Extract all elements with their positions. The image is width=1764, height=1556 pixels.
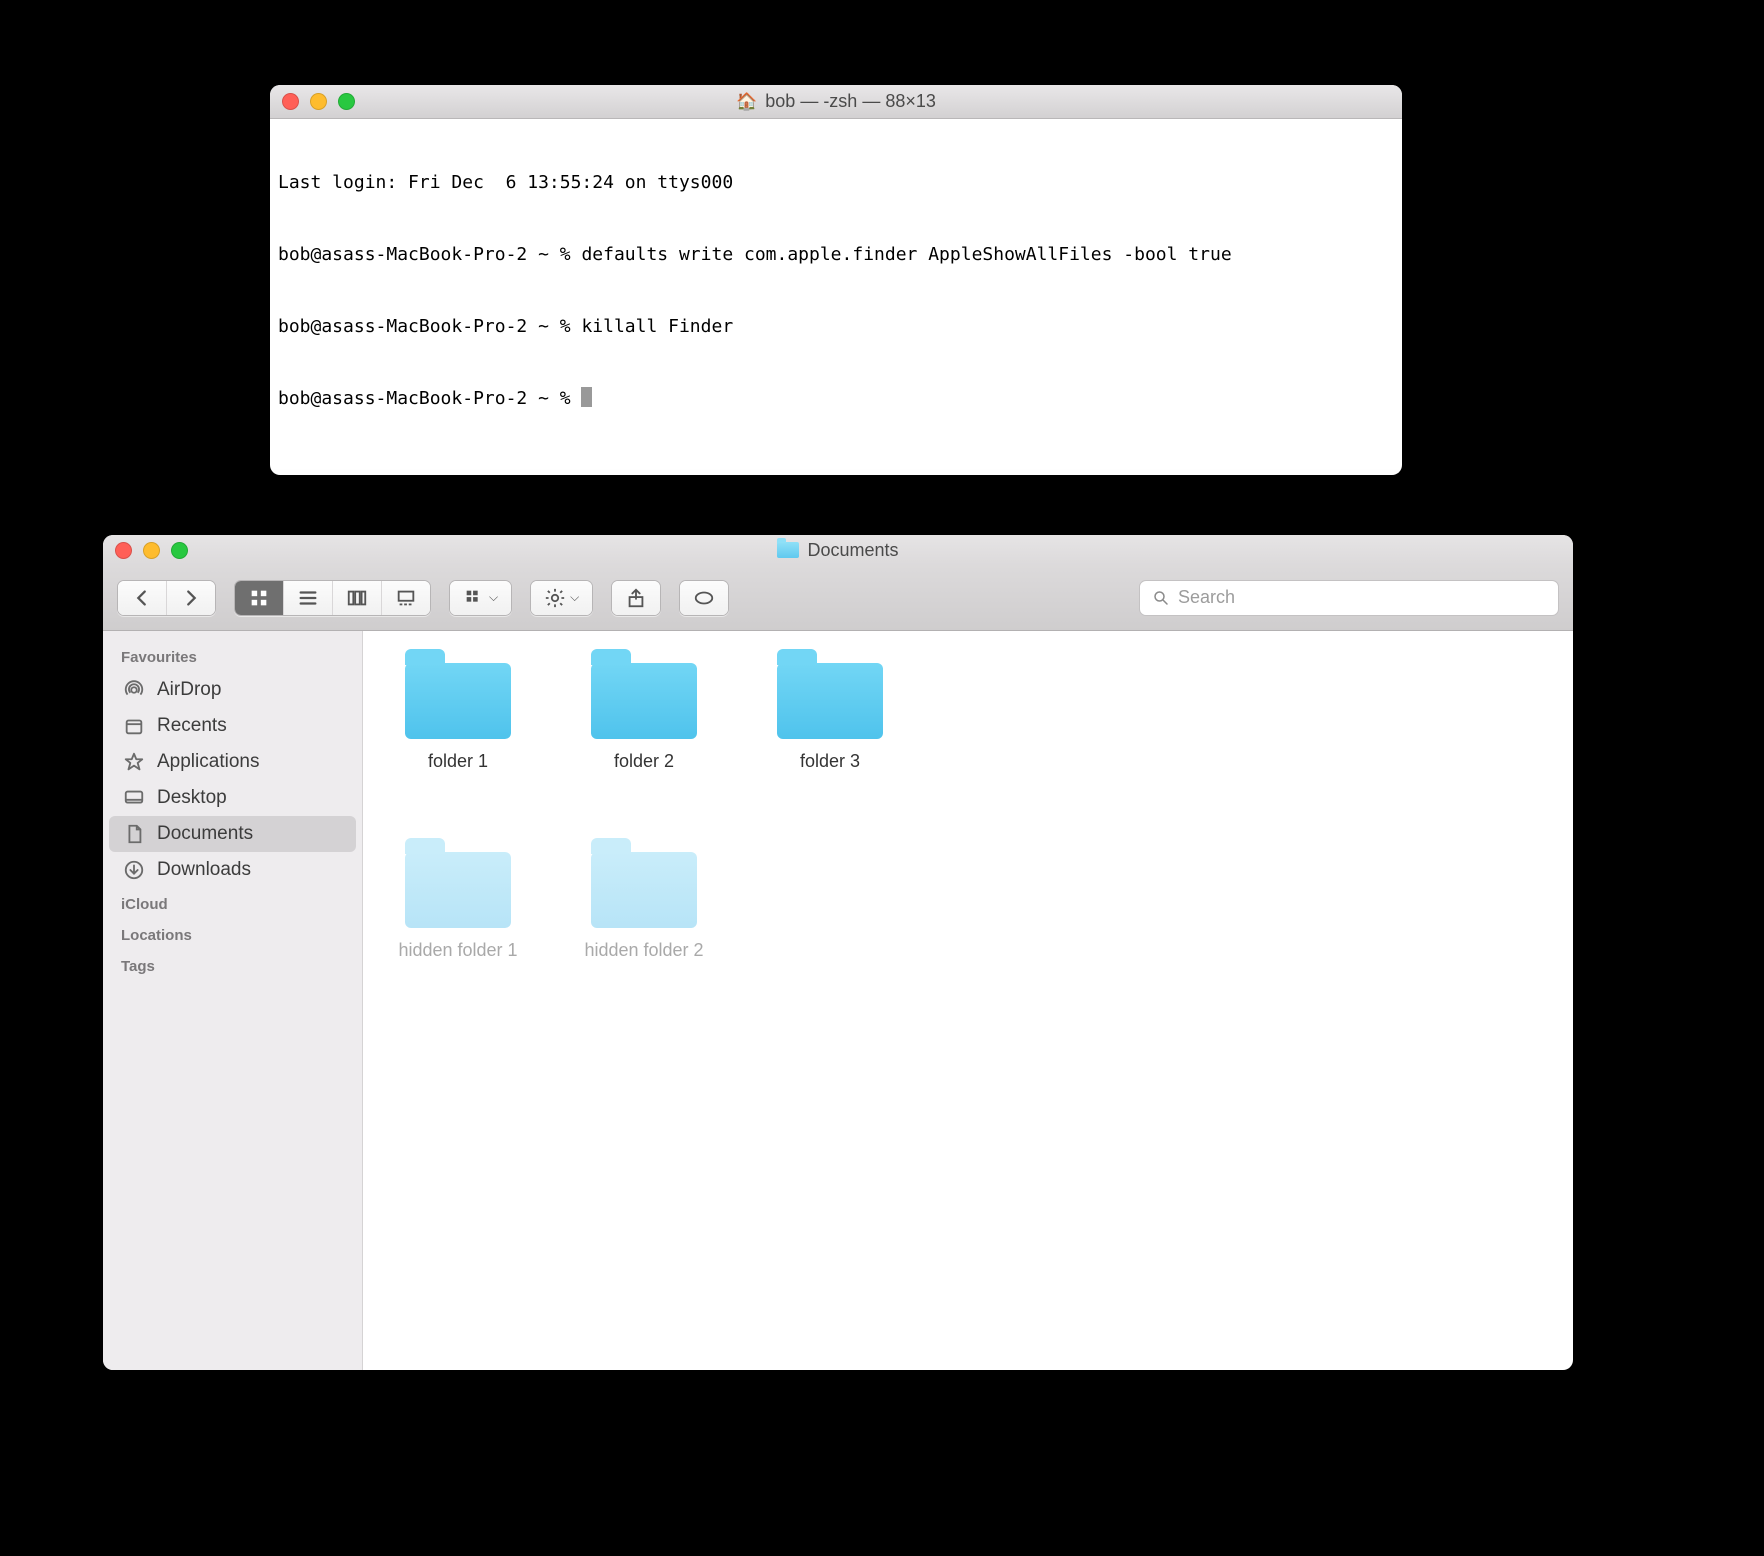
columns-icon: [346, 587, 368, 609]
sidebar-item-label: Applications: [157, 751, 259, 773]
folder-icon: [777, 542, 799, 558]
folder-label: folder 1: [428, 751, 488, 772]
documents-icon: [121, 823, 147, 845]
terminal-line: bob@asass-MacBook-Pro-2 ~ %: [278, 387, 1394, 411]
terminal-title: bob — -zsh — 88×13: [765, 91, 936, 112]
grid-icon: [248, 587, 270, 609]
home-icon: 🏠: [736, 92, 757, 112]
zoom-button[interactable]: [338, 93, 355, 110]
folder-icon: [405, 663, 511, 739]
airdrop-icon: [121, 679, 147, 701]
gallery-icon: [395, 587, 417, 609]
sidebar-header-icloud[interactable]: iCloud: [103, 888, 362, 919]
search-icon: [1152, 589, 1170, 607]
search-field[interactable]: [1139, 580, 1559, 616]
chevron-left-icon: [131, 587, 153, 609]
sidebar-item-desktop[interactable]: Desktop: [103, 780, 362, 816]
tag-icon: [693, 587, 715, 609]
sidebar-item-label: AirDrop: [157, 679, 221, 701]
folder-label: hidden folder 1: [398, 940, 517, 961]
finder-content[interactable]: folder 1 folder 2 folder 3 hidden folder…: [363, 631, 1573, 1370]
folder-item-hidden[interactable]: hidden folder 1: [387, 852, 529, 961]
recents-icon: [121, 715, 147, 737]
folder-label: folder 3: [800, 751, 860, 772]
list-icon: [297, 587, 319, 609]
folder-icon: [405, 852, 511, 928]
forward-button[interactable]: [167, 581, 215, 615]
close-button[interactable]: [115, 542, 132, 559]
sidebar-header-locations[interactable]: Locations: [103, 919, 362, 950]
column-view-button[interactable]: [333, 581, 382, 615]
finder-title: Documents: [807, 540, 898, 561]
tags-button-group: [679, 580, 729, 616]
folder-label: hidden folder 2: [584, 940, 703, 961]
tags-button[interactable]: [680, 581, 728, 615]
share-icon: [625, 587, 647, 609]
grid-small-icon: [463, 587, 485, 609]
sidebar-item-label: Desktop: [157, 787, 227, 809]
finder-titlebar[interactable]: Documents: [103, 535, 1573, 565]
sidebar-item-label: Recents: [157, 715, 227, 737]
view-buttons: [234, 580, 431, 616]
minimize-button[interactable]: [143, 542, 160, 559]
sidebar-item-downloads[interactable]: Downloads: [103, 852, 362, 888]
sidebar-header-favourites[interactable]: Favourites: [103, 641, 362, 672]
finder-window: Documents: [103, 535, 1573, 1370]
terminal-window: 🏠 bob — -zsh — 88×13 Last login: Fri Dec…: [270, 85, 1402, 475]
zoom-button[interactable]: [171, 542, 188, 559]
sidebar-item-airdrop[interactable]: AirDrop: [103, 672, 362, 708]
applications-icon: [121, 751, 147, 773]
folder-icon: [777, 663, 883, 739]
desktop-icon: [121, 787, 147, 809]
folder-item[interactable]: folder 2: [573, 663, 715, 772]
downloads-icon: [121, 859, 147, 881]
sidebar-item-documents[interactable]: Documents: [109, 816, 356, 852]
gear-icon: [544, 587, 566, 609]
folder-item-hidden[interactable]: hidden folder 2: [573, 852, 715, 961]
terminal-line: bob@asass-MacBook-Pro-2 ~ % defaults wri…: [278, 243, 1394, 267]
sidebar-item-label: Downloads: [157, 859, 251, 881]
chevron-right-icon: [180, 587, 202, 609]
arrange-button[interactable]: ⌵: [450, 581, 511, 615]
folder-icon: [591, 663, 697, 739]
action-button[interactable]: ⌵: [531, 581, 592, 615]
sidebar-item-applications[interactable]: Applications: [103, 744, 362, 780]
back-button[interactable]: [118, 581, 167, 615]
finder-sidebar: Favourites AirDrop Recents Applications …: [103, 631, 363, 1370]
sidebar-item-recents[interactable]: Recents: [103, 708, 362, 744]
folder-item[interactable]: folder 1: [387, 663, 529, 772]
nav-buttons: [117, 580, 216, 616]
icon-view-button[interactable]: [235, 581, 284, 615]
folder-label: folder 2: [614, 751, 674, 772]
finder-toolbar: ⌵ ⌵: [103, 565, 1573, 631]
terminal-body[interactable]: Last login: Fri Dec 6 13:55:24 on ttys00…: [270, 119, 1402, 463]
action-button-group: ⌵: [530, 580, 593, 616]
sidebar-item-label: Documents: [157, 823, 253, 845]
chevron-down-icon: ⌵: [489, 590, 498, 605]
share-button[interactable]: [612, 581, 660, 615]
terminal-titlebar[interactable]: 🏠 bob — -zsh — 88×13: [270, 85, 1402, 119]
terminal-line: bob@asass-MacBook-Pro-2 ~ % killall Find…: [278, 315, 1394, 339]
minimize-button[interactable]: [310, 93, 327, 110]
folder-icon: [591, 852, 697, 928]
chevron-down-icon: ⌵: [570, 590, 579, 605]
close-button[interactable]: [282, 93, 299, 110]
terminal-cursor: [581, 387, 592, 407]
terminal-line: Last login: Fri Dec 6 13:55:24 on ttys00…: [278, 171, 1394, 195]
search-input[interactable]: [1178, 587, 1546, 608]
gallery-view-button[interactable]: [382, 581, 430, 615]
share-button-group: [611, 580, 661, 616]
list-view-button[interactable]: [284, 581, 333, 615]
sidebar-header-tags[interactable]: Tags: [103, 950, 362, 981]
arrange-button-group: ⌵: [449, 580, 512, 616]
folder-item[interactable]: folder 3: [759, 663, 901, 772]
